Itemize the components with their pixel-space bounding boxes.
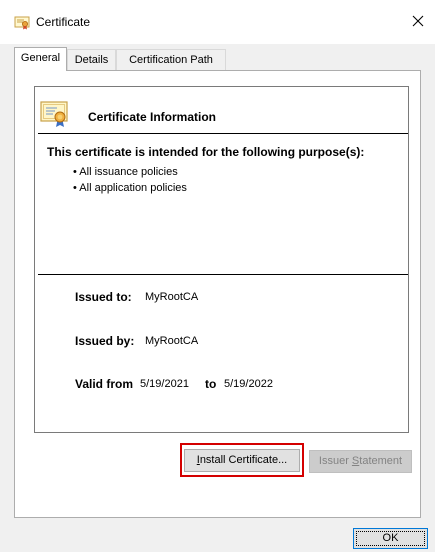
issuer-statement-button[interactable]: Issuer Statement xyxy=(309,450,412,473)
issued-to-value: MyRootCA xyxy=(145,291,199,303)
window-title: Certificate xyxy=(36,15,91,29)
close-button[interactable] xyxy=(401,8,435,36)
certificate-icon xyxy=(40,100,70,128)
valid-from-value: 5/19/2021 xyxy=(140,378,189,390)
button-label: Issuer xyxy=(318,455,352,467)
certificate-dialog: Certificate General Details Certificatio… xyxy=(0,0,435,552)
button-label: nstall Certificate... xyxy=(199,454,288,466)
certificate-icon xyxy=(14,14,30,30)
policy-item: • All application policies xyxy=(73,182,187,194)
valid-to-value: 5/19/2022 xyxy=(224,378,273,390)
certificate-info-heading: Certificate Information xyxy=(88,110,217,124)
divider xyxy=(38,133,408,134)
ok-button[interactable]: OK xyxy=(353,528,428,549)
install-certificate-button[interactable]: Install Certificate... xyxy=(184,449,300,472)
divider xyxy=(38,274,408,275)
policy-item: • All issuance policies xyxy=(73,166,178,178)
purpose-heading: This certificate is intended for the fol… xyxy=(47,145,365,159)
tab-general[interactable]: General xyxy=(14,47,67,71)
valid-to-label: to xyxy=(205,377,217,391)
issued-by-label: Issued by: xyxy=(75,334,135,348)
issued-by-value: MyRootCA xyxy=(145,335,199,347)
issued-to-label: Issued to: xyxy=(75,290,132,304)
focus-rectangle xyxy=(356,531,425,546)
tab-certification-path[interactable]: Certification Path xyxy=(116,49,226,70)
close-icon xyxy=(412,15,424,30)
button-label: tatement xyxy=(359,455,403,467)
valid-from-label: Valid from xyxy=(75,377,134,391)
title-bar: Certificate xyxy=(0,0,435,44)
tab-details[interactable]: Details xyxy=(67,49,116,70)
